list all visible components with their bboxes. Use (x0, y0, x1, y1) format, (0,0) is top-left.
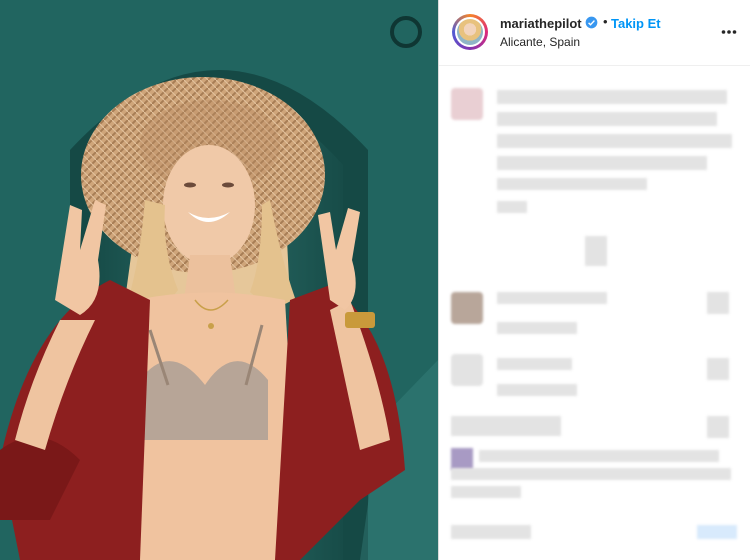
post-sidebar: mariathepilot • Takip Et Alicante, Spain (438, 0, 750, 560)
comment-text (451, 416, 561, 436)
comment-meta (451, 486, 521, 498)
caption-text (497, 112, 717, 126)
location-link[interactable]: Alicante, Spain (500, 35, 580, 49)
verified-badge-icon (585, 16, 598, 29)
username-link[interactable]: mariathepilot (500, 16, 582, 31)
separator-dot: • (603, 14, 608, 29)
post-comment-button[interactable] (697, 525, 737, 539)
load-more-icon[interactable] (585, 236, 607, 266)
comment-text (479, 450, 719, 462)
comment-like-icon[interactable] (707, 416, 729, 438)
caption-text (497, 134, 732, 148)
comment-text (497, 358, 572, 370)
comment-like-icon[interactable] (707, 292, 729, 314)
comment-avatar (451, 354, 483, 386)
more-options-icon[interactable] (721, 24, 737, 40)
post-photo[interactable] (0, 0, 438, 560)
caption-text (497, 90, 727, 104)
caption-meta (497, 201, 527, 213)
post-image (0, 0, 438, 560)
add-comment-input[interactable] (451, 525, 531, 539)
comment-meta (497, 322, 577, 334)
caption-text (497, 156, 707, 170)
caption-text (497, 178, 647, 190)
comment-text (497, 292, 607, 304)
post-header: mariathepilot • Takip Et Alicante, Spain (439, 0, 750, 66)
comment-avatar (451, 88, 483, 120)
comment-avatar (451, 448, 473, 470)
avatar[interactable] (452, 14, 488, 50)
comment-avatar (451, 292, 483, 324)
follow-button[interactable]: Takip Et (611, 16, 661, 31)
comment-meta (497, 384, 577, 396)
comment-like-icon[interactable] (707, 358, 729, 380)
comment-text (451, 468, 731, 480)
